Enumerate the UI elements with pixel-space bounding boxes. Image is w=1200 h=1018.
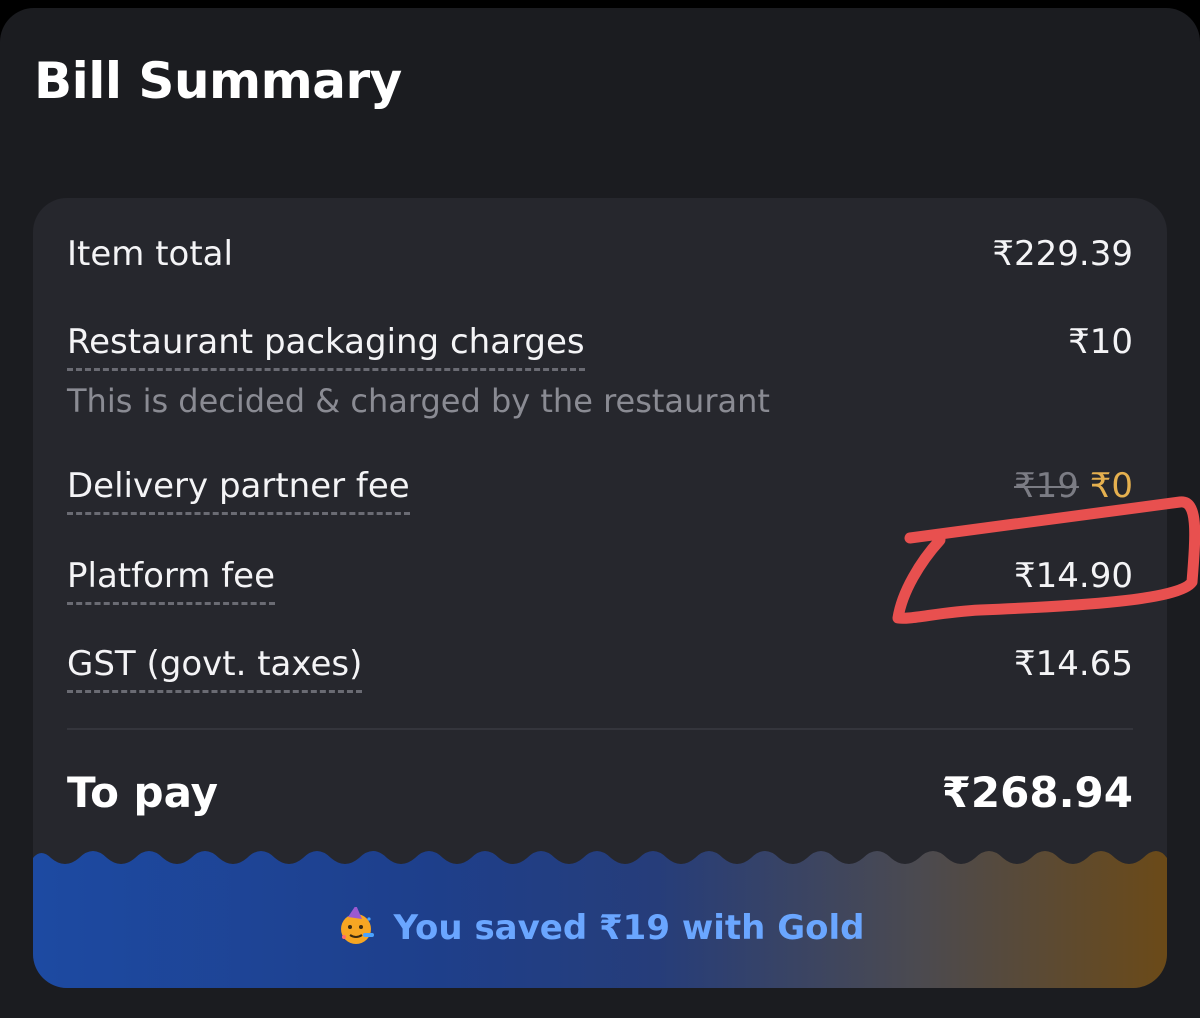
to-pay-label: To pay xyxy=(67,768,219,817)
gst-value: ₹14.65 xyxy=(1014,644,1133,684)
platform-fee-label[interactable]: Platform fee xyxy=(67,556,276,605)
item-total-label: Item total xyxy=(67,234,233,274)
total-divider xyxy=(67,728,1133,730)
gst-label[interactable]: GST (govt. taxes) xyxy=(67,644,363,693)
red-annotation-circle xyxy=(892,496,1200,624)
savings-message: You saved ₹19 with Gold xyxy=(33,907,1167,948)
packaging-charges-value: ₹10 xyxy=(1068,322,1133,362)
banner-wave-edge xyxy=(33,840,1167,864)
page-title: Bill Summary xyxy=(34,52,402,110)
savings-text: You saved ₹19 with Gold xyxy=(393,908,865,948)
to-pay-value: ₹268.94 xyxy=(941,768,1133,817)
item-total-value: ₹229.39 xyxy=(992,234,1133,274)
delivery-fee-label[interactable]: Delivery partner fee xyxy=(67,466,410,515)
packaging-charges-label[interactable]: Restaurant packaging charges xyxy=(67,322,585,371)
party-face-icon xyxy=(340,907,374,944)
packaging-note: This is decided & charged by the restaur… xyxy=(67,382,770,420)
